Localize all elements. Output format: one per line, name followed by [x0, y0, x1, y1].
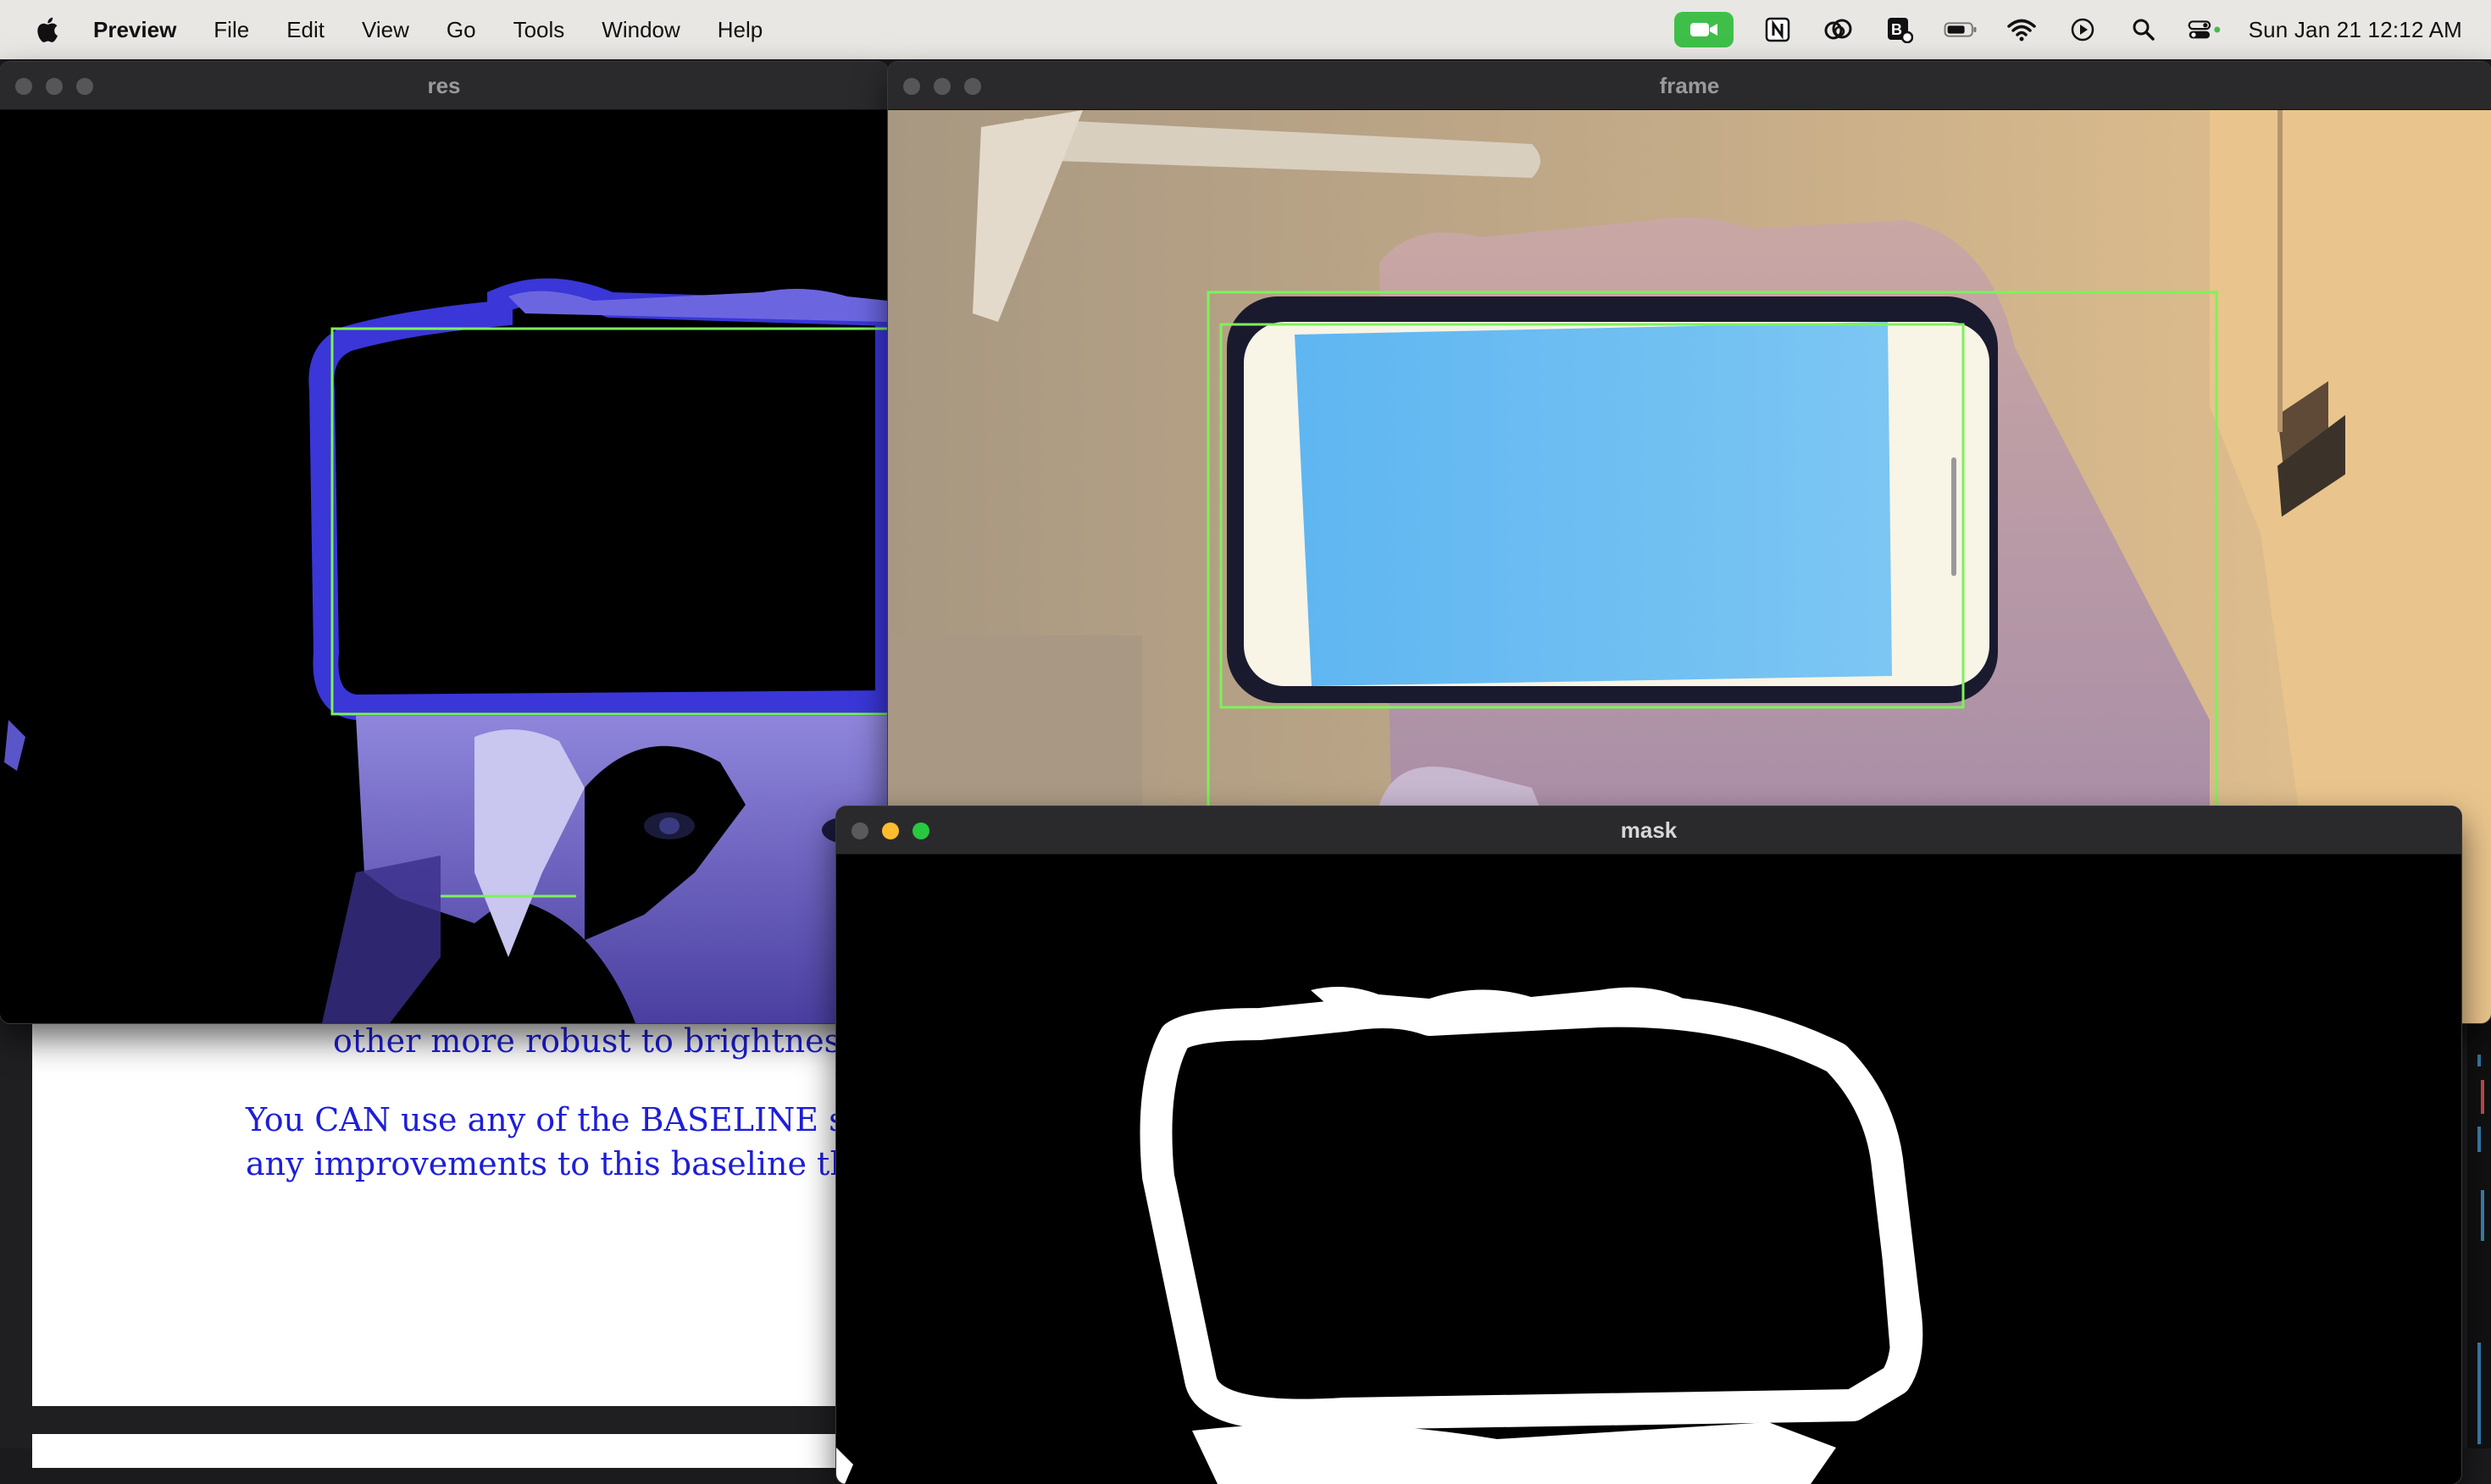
window-titlebar[interactable]: mask [836, 806, 2461, 855]
wifi-icon[interactable] [2005, 14, 2039, 45]
spotlight-search-icon[interactable] [2127, 14, 2161, 45]
apple-menu-icon[interactable] [34, 15, 59, 44]
side-code-minimap [2467, 1021, 2491, 1448]
svg-text:B: B [1891, 21, 1902, 38]
res-image [0, 110, 888, 1023]
menu-bar-clock[interactable]: Sun Jan 21 12:12 AM [2249, 17, 2462, 43]
battery-icon[interactable] [1944, 14, 1978, 45]
window-title: res [427, 73, 461, 98]
mask-image [836, 855, 2461, 1484]
document-page-next [32, 1434, 879, 1468]
window-mask[interactable]: mask [836, 806, 2461, 1484]
menu-tools[interactable]: Tools [513, 0, 565, 59]
app-badge-icon[interactable]: B [1883, 14, 1917, 45]
creative-cloud-icon[interactable] [1822, 14, 1856, 45]
menu-file[interactable]: File [214, 0, 249, 59]
menu-window[interactable]: Window [602, 0, 680, 59]
window-title: frame [1659, 73, 1720, 98]
window-res[interactable]: res [0, 62, 888, 1023]
document-page: other more robust to brightness? You CAN… [32, 1021, 883, 1406]
notion-icon[interactable] [1761, 14, 1795, 45]
menu-view[interactable]: View [362, 0, 409, 59]
camera-in-use-icon[interactable] [1673, 12, 1734, 47]
document-text-line: You CAN use any of the BASELINE s [246, 1101, 846, 1138]
document-text-line: any improvements to this baseline that [246, 1145, 883, 1182]
menu-edit[interactable]: Edit [286, 0, 325, 59]
menu-help[interactable]: Help [718, 0, 763, 59]
menu-go[interactable]: Go [447, 0, 476, 59]
window-title: mask [1620, 817, 1678, 843]
menu-bar: Preview File Edit View Go Tools Window H… [0, 0, 2491, 59]
document-text-line: other more robust to brightness? [333, 1022, 874, 1060]
menu-app-preview[interactable]: Preview [93, 0, 176, 59]
window-titlebar[interactable]: res [0, 62, 888, 110]
window-titlebar[interactable]: frame [888, 62, 2491, 110]
now-playing-icon[interactable] [2066, 14, 2100, 45]
control-center-icon[interactable] [2188, 14, 2222, 45]
